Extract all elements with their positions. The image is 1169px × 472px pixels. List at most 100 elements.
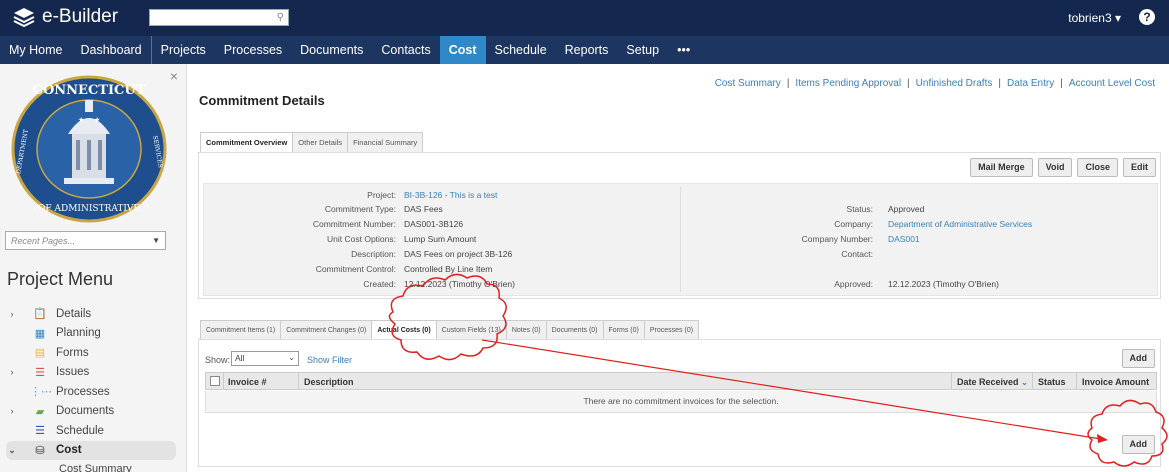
sort-descending-icon[interactable]: ⌄ [1021,378,1028,387]
add-invoice-button-top[interactable]: Add [1121,349,1155,368]
select-all-checkbox[interactable] [210,376,220,386]
show-filter-value: All [235,353,245,363]
nav-setup[interactable]: Setup [617,36,668,64]
caret-down-icon: ▼ [152,236,160,245]
global-search-input[interactable]: ⚲ [149,9,289,26]
column-date-received-label: Date Received [957,377,1019,387]
sidebar-item-documents[interactable]: › ▰ Documents [6,402,176,422]
process-icon: ⋮⋯ [30,386,52,399]
nav-processes[interactable]: Processes [215,36,291,64]
link-separator: | [907,78,910,89]
nav-schedule[interactable]: Schedule [486,36,556,64]
subtab-custom-fields-13[interactable]: Custom Fields (13) [435,320,507,340]
cost-icon: ⛁ [35,444,45,457]
sidebar-item-details[interactable]: › 📋 Details [6,304,176,324]
subtab-notes-0[interactable]: Notes (0) [505,320,547,340]
sublink-items-pending-approval[interactable]: Items Pending Approval [795,78,901,89]
detail-label: Unit Cost Options: [327,234,396,244]
nav-documents[interactable]: Documents [291,36,372,64]
seal-text-bottom: OF ADMINISTRATIVE [38,204,140,214]
invoice-grid-header: Invoice # Description Date Received ⌄ St… [205,372,1157,390]
subtab-processes-0[interactable]: Processes (0) [643,320,700,340]
sublink-account-level-cost[interactable]: Account Level Cost [1069,78,1155,89]
sublink-unfinished-drafts[interactable]: Unfinished Drafts [916,78,993,89]
column-description[interactable]: Description [304,377,354,387]
column-date-received[interactable]: Date Received ⌄ [957,377,1028,387]
help-icon[interactable]: ? [1139,9,1155,25]
column-invoice-number[interactable]: Invoice # [228,377,267,387]
add-invoice-button-bottom[interactable]: Add [1121,435,1155,454]
user-menu[interactable]: tobrien3 ▾ [1068,11,1121,25]
tab-financial-summary[interactable]: Financial Summary [347,132,424,152]
tab-commitment-overview[interactable]: Commitment Overview [200,132,294,153]
nav-projects[interactable]: Projects [150,36,215,64]
detail-value[interactable]: Department of Administrative Services [888,219,1032,229]
close-button[interactable]: Close [1077,158,1118,177]
link-separator: | [786,78,790,89]
show-filter-link[interactable]: Show Filter [307,355,352,365]
edit-button[interactable]: Edit [1123,158,1156,177]
link-separator: | [1060,78,1063,89]
detail-label: Company Number: [801,234,873,244]
sidebar-item-forms[interactable]: ▤ Forms [6,343,176,363]
app-logo[interactable]: e-Builder [12,6,118,28]
sidebar-item-label: Forms [56,346,89,359]
cost-sub-navigation: Cost Summary | Items Pending Approval | Unfi… [715,78,1155,89]
sublink-cost-summary[interactable]: Cost Summary [715,78,781,89]
detail-value[interactable]: DAS001 [888,234,920,244]
chevron-icon[interactable]: ⌄ [6,445,18,456]
details-right-column: Status: Approved Company: Department of Adm… [682,187,1159,292]
column-divider [298,373,299,389]
commitment-subtabs: Commitment Items (1) Commitment Changes (… [200,320,700,340]
sidebar-item-schedule[interactable]: ☰ Schedule [6,421,176,441]
column-divider [951,373,952,389]
mail-merge-button[interactable]: Mail Merge [970,158,1033,177]
column-status[interactable]: Status [1038,377,1066,387]
clipboard-icon: 📋 [33,308,47,321]
subtab-commitment-changes-0[interactable]: Commitment Changes (0) [280,320,373,340]
chevron-icon[interactable]: › [6,406,18,416]
detail-row: Created: 12.12.2023 (Timothy O'Brien) [204,279,681,291]
chevron-icon[interactable]: › [6,367,18,377]
nav-reports[interactable]: Reports [556,36,618,64]
subtab-forms-0[interactable]: Forms (0) [602,320,645,340]
sidebar-item-issues[interactable]: › ☰ Issues [6,363,176,383]
detail-label: Commitment Number: [312,219,396,229]
chevron-down-icon: ⌄ [288,353,295,362]
nav-my-home[interactable]: My Home [0,36,71,64]
detail-label: Description: [351,249,396,259]
detail-value[interactable]: BI-3B-126 - This is a test [404,190,497,200]
subtab-commitment-items-1[interactable]: Commitment Items (1) [200,320,282,340]
close-icon[interactable]: × [170,68,178,84]
show-filter-select[interactable]: All ⌄ [231,351,299,366]
sidebar-item-processes[interactable]: ⋮⋯ Processes [6,382,176,402]
brand-name: e-Builder [42,6,119,27]
detail-label: Created: [363,279,396,289]
sidebar-item-label: Planning [56,327,101,340]
nav-more-menu[interactable]: ••• [668,36,699,64]
sidebar-item-cost[interactable]: ⌄ ⛁ Cost [6,440,176,460]
detail-row: Status: Approved [682,204,1159,216]
search-icon[interactable]: ⚲ [277,12,284,23]
page-title: Commitment Details [199,93,325,108]
sublink-data-entry[interactable]: Data Entry [1007,78,1054,89]
subtab-documents-0[interactable]: Documents (0) [545,320,604,340]
void-button[interactable]: Void [1037,158,1073,177]
project-menu: › 📋 Details ▦ Planning ▤ Forms › ☰ Issues ⋮⋯ Proces… [6,304,176,472]
recent-pages-select[interactable]: Recent Pages... ▼ [5,231,166,250]
project-menu-title: Project Menu [7,269,114,289]
detail-label: Company: [834,219,873,229]
chevron-icon[interactable]: › [6,309,18,319]
form-icon: ▤ [34,347,46,360]
nav-dashboard[interactable]: Dashboard [71,36,150,64]
tab-other-details[interactable]: Other Details [292,132,349,152]
sidebar: × ★ ★ CONNECTICUT DEPARTMENT SERVICES OF… [0,64,187,472]
sidebar-item-planning[interactable]: ▦ Planning [6,324,176,344]
subtab-actual-costs-0[interactable]: Actual Costs (0) [371,320,437,340]
sidebar-item-label: Schedule [56,424,104,437]
column-invoice-amount[interactable]: Invoice Amount [1082,377,1149,387]
detail-row: Approved: 12.12.2023 (Timothy O'Brien) [682,279,1159,291]
sidebar-subitem-cost-summary[interactable]: Cost Summary [6,460,176,472]
nav-cost[interactable]: Cost [439,36,486,64]
nav-contacts[interactable]: Contacts [372,36,439,64]
